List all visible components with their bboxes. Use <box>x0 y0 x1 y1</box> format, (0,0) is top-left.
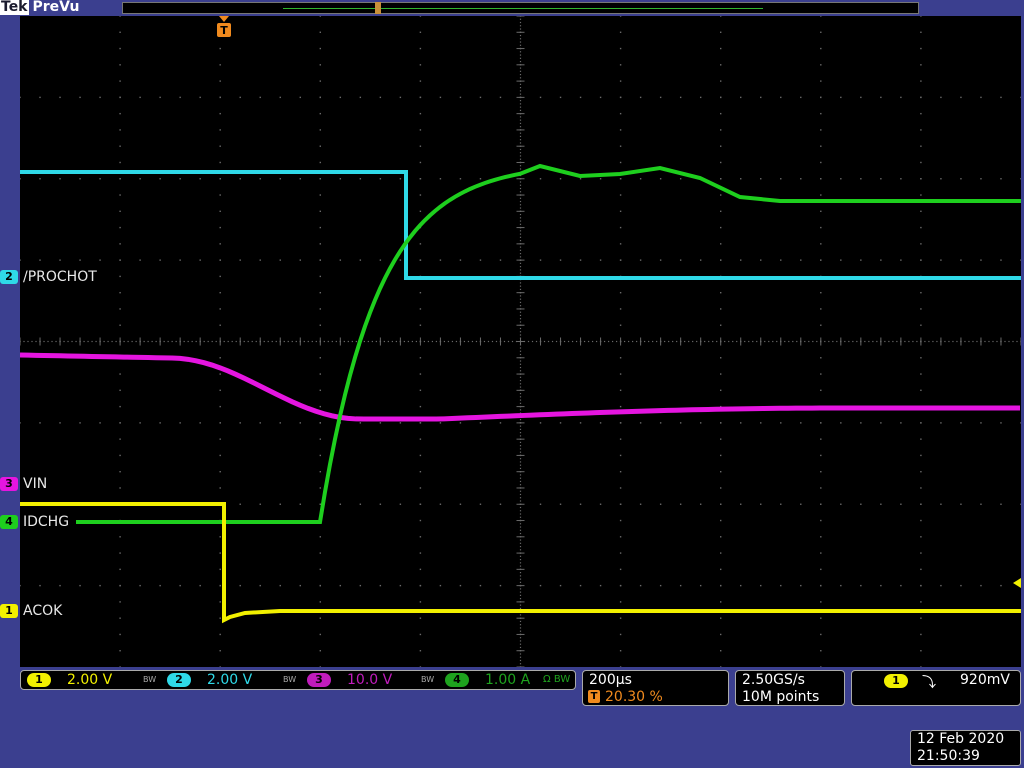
channel-1-label: ACOK <box>23 603 63 619</box>
record-length: 10M points <box>742 689 820 705</box>
channel-2-label: /PROCHOT <box>23 269 97 285</box>
ch3-bandwidth-limit-icon: BW <box>421 675 435 684</box>
ch3-status-badge[interactable]: 3 <box>307 673 331 687</box>
channel-2-badge: 2 <box>0 270 18 284</box>
trigger-position-icon: T <box>588 690 600 703</box>
ch1-bandwidth-limit-icon: BW <box>143 675 157 684</box>
time: 21:50:39 <box>917 748 980 764</box>
graticule-grid <box>19 15 1022 668</box>
ch2-status-badge[interactable]: 2 <box>167 673 191 687</box>
trigger-marker-label: T <box>220 24 228 37</box>
acquisition-mode-label: PreVu <box>32 0 80 15</box>
trigger-position-percent: 20.30 % <box>605 689 663 705</box>
ch2-bandwidth-limit-icon: BW <box>283 675 297 684</box>
brand-name: Tek <box>0 0 29 15</box>
horizontal-scale: 200µs <box>589 672 632 688</box>
trigger-level: 920mV <box>960 672 1010 688</box>
ch4-status-badge[interactable]: 4 <box>445 673 469 687</box>
channel-1-badge: 1 <box>0 604 18 618</box>
ch1-scale[interactable]: 2.00 V <box>67 672 112 688</box>
trigger-level-marker[interactable] <box>1013 578 1021 588</box>
channel-3-label: VIN <box>23 476 48 492</box>
ch4-scale[interactable]: 1.00 A <box>485 672 530 688</box>
ch2-scale[interactable]: 2.00 V <box>207 672 252 688</box>
trigger-source-badge: 1 <box>884 674 908 688</box>
record-view-window <box>283 8 763 9</box>
top-bar: Tek PreVu <box>0 0 1024 16</box>
ch1-status-badge[interactable]: 1 <box>27 673 51 687</box>
sample-rate: 2.50GS/s <box>742 672 805 688</box>
trace-ch4-idchg <box>76 163 1021 524</box>
falling-edge-icon: ⤵ <box>922 675 936 691</box>
brand-logo: Tek PreVu <box>0 0 79 15</box>
channel-status-bar: 1 2.00 V BW 2 2.00 V BW 3 10.0 V BW 4 1.… <box>20 670 576 690</box>
date-time-display: 12 Feb 2020 21:50:39 <box>910 730 1021 766</box>
record-view-bar[interactable] <box>122 2 919 14</box>
timebase-readout[interactable]: 200µs T 20.30 % <box>582 670 729 706</box>
channel-3-badge: 3 <box>0 477 18 491</box>
channel-4-badge: 4 <box>0 515 18 529</box>
channel-4-label: IDCHG <box>23 514 70 530</box>
record-view-position-marker[interactable] <box>375 2 381 14</box>
ch3-scale[interactable]: 10.0 V <box>347 672 392 688</box>
trigger-readout[interactable]: 1 ⤵ 920mV <box>851 670 1021 706</box>
acquisition-readout[interactable]: 2.50GS/s 10M points <box>735 670 845 706</box>
graticule-and-traces: T <box>19 15 1022 668</box>
trigger-position-marker[interactable]: T <box>217 16 231 37</box>
waveform-display[interactable]: T <box>19 15 1022 668</box>
date: 12 Feb 2020 <box>917 731 1005 747</box>
ch4-termination-bandwidth-icon: Ω BW <box>543 674 571 685</box>
trace-ch2-prochot <box>20 170 1021 280</box>
